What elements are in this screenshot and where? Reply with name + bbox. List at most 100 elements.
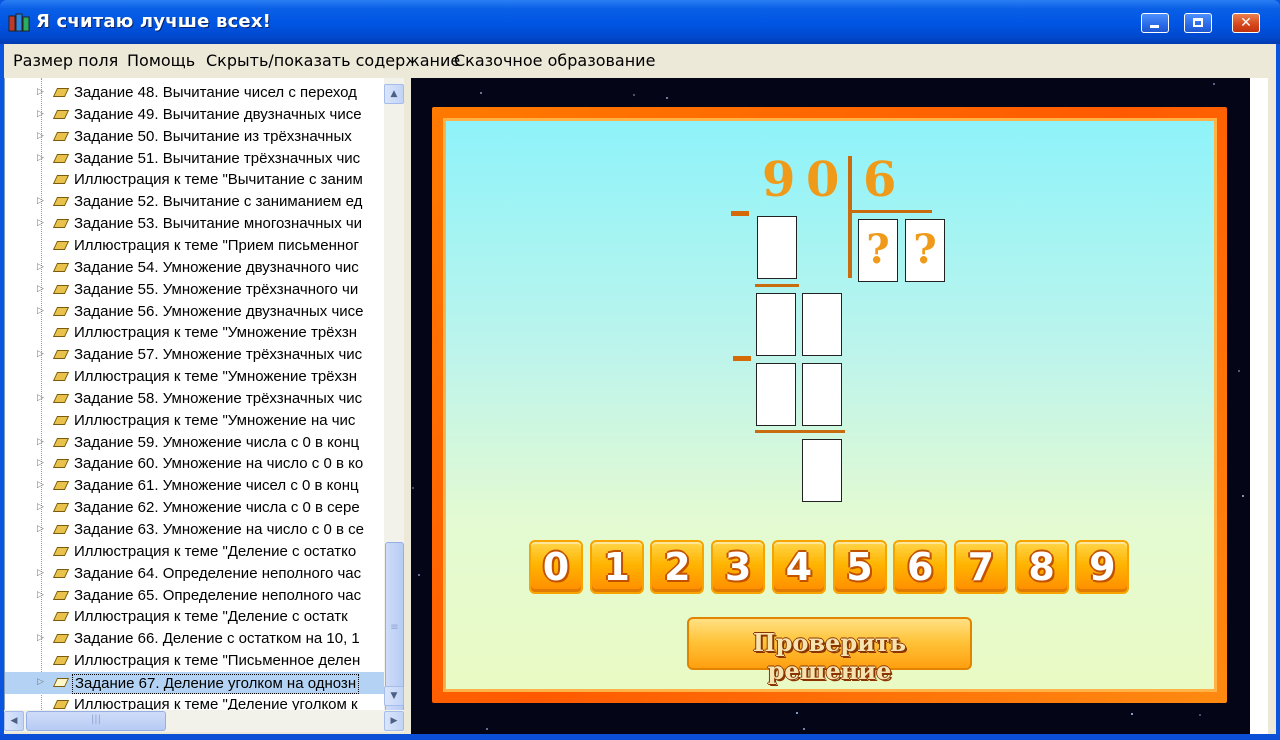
- tree-item[interactable]: Иллюстрация к теме "Письменное делен: [5, 650, 385, 672]
- horizontal-scroll-thumb[interactable]: |||: [26, 711, 166, 731]
- expand-icon[interactable]: ▷: [37, 525, 44, 534]
- scroll-down-button[interactable]: ▼: [384, 686, 404, 706]
- expand-icon[interactable]: ▷: [37, 590, 44, 600]
- menu-toggle-contents[interactable]: Скрыть/показать содержание: [206, 51, 460, 70]
- minus-sign: [733, 356, 751, 361]
- digit-key-5[interactable]: 5: [832, 540, 887, 594]
- tree-item-label: Задание 57. Умножение трёхзначных чис: [74, 346, 363, 364]
- tree-item[interactable]: ▷ Задание 50. Вычитание из трёхзначных: [5, 126, 385, 148]
- digit-key-1[interactable]: 1: [589, 540, 644, 594]
- tree-item[interactable]: ▷ Задание 54. Умножение двузначного чис: [5, 257, 385, 279]
- tree-item[interactable]: ▷ Задание 52. Вычитание с заниманием ед: [5, 191, 385, 213]
- expand-icon[interactable]: ▷: [37, 459, 44, 468]
- scroll-right-button[interactable]: ▶: [384, 711, 404, 731]
- answer-cell[interactable]: [802, 363, 842, 426]
- star: [1198, 714, 1201, 717]
- digit-key-3[interactable]: 3: [711, 540, 766, 594]
- expand-icon[interactable]: ▷: [37, 197, 44, 206]
- tree-item[interactable]: Иллюстрация к теме "Деление уголком к: [5, 694, 385, 710]
- tree-item[interactable]: ▷ Задание 61. Умножение чисел с 0 в конц: [5, 475, 385, 497]
- star: [479, 91, 482, 94]
- tree-item[interactable]: Иллюстрация к теме "Прием письменног: [5, 235, 385, 257]
- tree-item[interactable]: ▷ Задание 62. Умножение числа с 0 в сере: [5, 497, 385, 519]
- tree-item[interactable]: Иллюстрация к теме "Умножение трёхзн: [5, 322, 385, 344]
- quotient-cell[interactable]: ?: [858, 219, 898, 282]
- answer-cell[interactable]: [757, 216, 797, 279]
- expand-icon[interactable]: ▷: [37, 219, 44, 228]
- tree-item-label: Иллюстрация к теме "Вычитание с заним: [74, 171, 363, 189]
- expand-icon[interactable]: ▷: [37, 131, 44, 141]
- digit-key-label: 2: [664, 545, 691, 589]
- menu-fairy-education[interactable]: Сказочное образование: [454, 51, 655, 70]
- tree-item[interactable]: ▷ Задание 53. Вычитание многозначных чи: [5, 213, 385, 235]
- expand-icon[interactable]: ▷: [37, 88, 44, 97]
- tree-item[interactable]: ▷ Задание 55. Умножение трёхзначного чи: [5, 279, 385, 301]
- close-button[interactable]: ✕: [1232, 13, 1260, 33]
- tree-item[interactable]: ▷ Задание 65. Определение неполного час: [5, 585, 385, 607]
- scroll-up-button[interactable]: ▲: [384, 84, 404, 104]
- digit-key-0[interactable]: 0: [529, 540, 583, 594]
- book-icon: [52, 153, 70, 163]
- expand-icon[interactable]: ▷: [37, 481, 44, 490]
- check-solution-button[interactable]: Проверить решение: [687, 617, 972, 685]
- tree-item[interactable]: Иллюстрация к теме "Деление с остатк: [5, 606, 385, 628]
- expand-icon[interactable]: ▷: [37, 109, 44, 119]
- tree-item[interactable]: ▷ Задание 51. Вычитание трёхзначных чис: [5, 148, 385, 170]
- star: [1131, 713, 1134, 716]
- tree-item[interactable]: Иллюстрация к теме "Деление с остатко: [5, 541, 385, 563]
- expand-icon[interactable]: ▷: [37, 306, 44, 316]
- expand-icon[interactable]: ▷: [37, 153, 44, 163]
- digit-key-9[interactable]: 9: [1075, 540, 1130, 594]
- digit-key-4[interactable]: 4: [771, 540, 826, 594]
- dividend-digit: 9: [762, 152, 796, 208]
- expand-icon[interactable]: ▷: [37, 437, 44, 447]
- tree-item[interactable]: ▷ Задание 59. Умножение числа с 0 в конц: [5, 432, 385, 454]
- expand-icon[interactable]: ▷: [37, 634, 44, 643]
- tree-item-label: Задание 50. Вычитание из трёхзначных: [74, 127, 352, 145]
- tree-item[interactable]: ▷ Задание 58. Умножение трёхзначных чис: [5, 388, 385, 410]
- window-title: Я считаю лучше всех!: [36, 11, 272, 32]
- digit-key-6[interactable]: 6: [893, 540, 948, 594]
- tree-item[interactable]: Иллюстрация к теме "Вычитание с заним: [5, 169, 385, 191]
- tree-item[interactable]: Иллюстрация к теме "Умножение на чис: [5, 410, 385, 432]
- contents-tree[interactable]: ▷ Задание 48. Вычитание чисел с переход ▷ З…: [4, 78, 405, 710]
- expand-icon[interactable]: ▷: [37, 350, 44, 359]
- tree-item-label: Задание 64. Определение неполного час: [74, 564, 362, 582]
- expand-icon[interactable]: ▷: [37, 568, 44, 578]
- tree-item[interactable]: ▷ Задание 63. Умножение на число с 0 в се: [5, 519, 385, 541]
- digit-key-2[interactable]: 2: [650, 540, 705, 594]
- book-icon: [52, 240, 70, 250]
- tree-item[interactable]: ▷ Задание 64. Определение неполного час: [5, 563, 385, 585]
- digit-key-7[interactable]: 7: [953, 540, 1008, 594]
- expand-icon[interactable]: ▷: [37, 677, 44, 687]
- quotient-cell[interactable]: ?: [905, 219, 945, 282]
- title-bar[interactable]: Я считаю лучше всех! ✕: [0, 0, 1280, 44]
- tree-item[interactable]: ▷ Задание 67. Деление уголком на однозн: [5, 671, 385, 694]
- tree-item[interactable]: ▷ Задание 49. Вычитание двузначных чисе: [5, 104, 385, 126]
- tree-item[interactable]: ▷ Задание 57. Умножение трёхзначных чис: [5, 344, 385, 366]
- expand-icon[interactable]: ▷: [37, 393, 44, 403]
- tree-horizontal-scrollbar[interactable]: ◀ ||| ▶: [4, 710, 404, 732]
- tree-vertical-scrollbar[interactable]: ▲ ≡ ▼: [384, 78, 404, 712]
- digit-key-8[interactable]: 8: [1014, 540, 1069, 594]
- panel-splitter[interactable]: [404, 78, 411, 734]
- menu-help[interactable]: Помощь: [127, 51, 195, 70]
- minimize-button[interactable]: [1141, 13, 1169, 33]
- tree-item[interactable]: Иллюстрация к теме "Умножение трёхзн: [5, 366, 385, 388]
- answer-cell[interactable]: [756, 363, 796, 426]
- app-icon: [8, 12, 30, 32]
- menu-field-size[interactable]: Размер поля: [13, 51, 118, 70]
- tree-item[interactable]: ▷ Задание 60. Умножение на число с 0 в ко: [5, 453, 385, 475]
- maximize-button[interactable]: [1184, 13, 1212, 33]
- expand-icon[interactable]: ▷: [37, 503, 44, 512]
- expand-icon[interactable]: ▷: [37, 262, 44, 272]
- tree-item[interactable]: ▷ Задание 56. Умножение двузначных чисе: [5, 301, 385, 323]
- remainder-cell[interactable]: [802, 439, 842, 502]
- tree-item[interactable]: ▷ Задание 66. Деление с остатком на 10, 1: [5, 628, 385, 650]
- expand-icon[interactable]: ▷: [37, 284, 44, 294]
- answer-cell[interactable]: [802, 293, 842, 356]
- digit-key-label: 6: [906, 545, 934, 589]
- scroll-left-button[interactable]: ◀: [4, 711, 24, 731]
- answer-cell[interactable]: [756, 293, 796, 356]
- tree-item[interactable]: ▷ Задание 48. Вычитание чисел с переход: [5, 82, 385, 104]
